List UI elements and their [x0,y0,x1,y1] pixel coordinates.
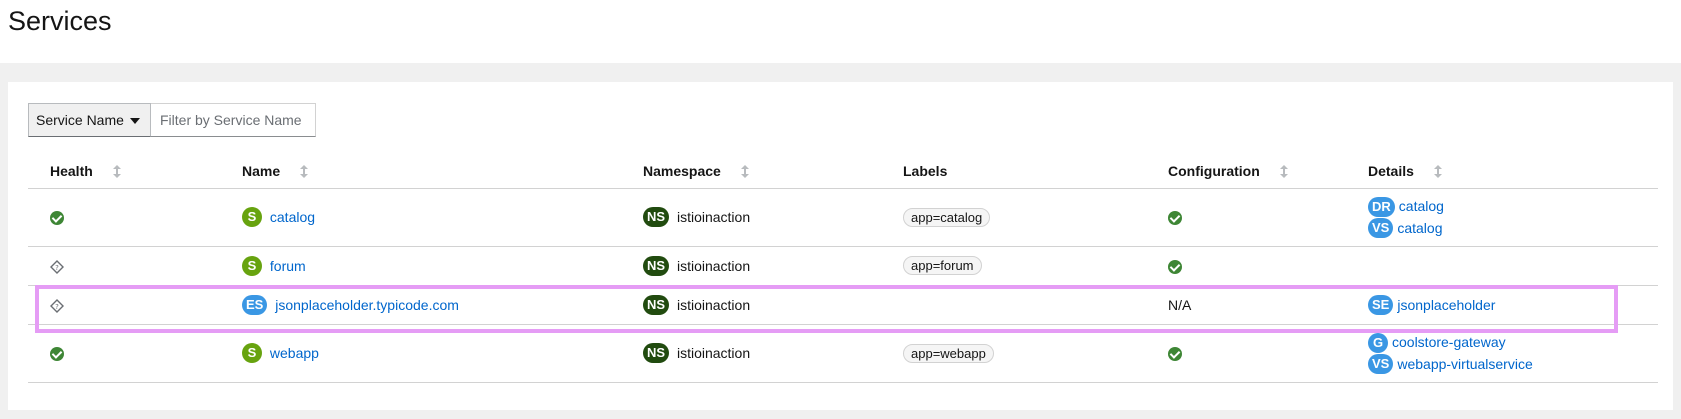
column-header-health[interactable]: Health [28,154,220,189]
namespace-cell: NS istioinaction [621,246,881,286]
service-badge: S [242,207,262,227]
check-circle-icon [1168,211,1182,226]
filter-toolbar: Service Name [28,103,316,137]
service-link-webapp[interactable]: webapp [270,345,319,361]
configuration-cell: N/A [1146,285,1346,325]
configuration-cell [1146,246,1346,286]
namespace-cell: NS istioinaction [621,188,881,247]
namespace-text: istioinaction [676,257,751,274]
name-cell: ES jsonplaceholder.typicode.com [220,285,621,325]
filter-type-dropdown[interactable]: Service Name [28,103,151,137]
name-cell: S catalog [220,188,621,247]
namespace-badge: NS [643,343,670,363]
unknown-health-icon: ? [50,259,64,274]
namespace-badge: NS [643,294,670,315]
details-cell [1346,246,1658,286]
service-badge: S [242,343,262,363]
service-entry-badge: SE [1368,294,1394,315]
service-link-catalog[interactable]: catalog [270,209,315,225]
namespace-badge: NS [643,255,670,276]
labels-cell [881,285,1146,325]
labels-cell: app=catalog [881,188,1146,247]
sort-icon[interactable] [112,164,121,178]
svg-text:?: ? [55,263,59,271]
services-card: Service Name Health Name Namespace Label… [8,82,1673,410]
namespace-cell: NS istioinaction [621,324,881,383]
gateway-badge: G [1368,332,1388,353]
check-circle-icon [1168,259,1182,274]
health-cell [28,324,220,383]
name-cell: S forum [220,246,621,286]
table-row: ? ES jsonplaceholder.typicode.com NS ist… [28,285,1658,325]
virtual-service-badge: VS [1368,354,1394,375]
svg-text:?: ? [55,302,59,310]
namespace-badge: NS [643,207,670,227]
gateway-link[interactable]: coolstore-gateway [1392,334,1506,350]
service-link-forum[interactable]: forum [270,258,306,274]
configuration-cell [1146,324,1346,383]
health-cell: ? [28,285,220,325]
namespace-cell: NS istioinaction [621,285,881,325]
service-link-jsonplaceholder[interactable]: jsonplaceholder.typicode.com [275,297,459,313]
virtual-service-link[interactable]: webapp-virtualservice [1397,356,1532,372]
sort-icon[interactable] [1279,164,1288,178]
table-row: ? S forum NS istioinaction app=forum [28,246,1658,286]
label-chip: app=webapp [903,343,994,363]
column-header-name[interactable]: Name [220,154,621,189]
page-title: Services [8,6,112,36]
table-row: S catalog NS istioinaction app=catalog D… [28,188,1658,247]
details-cell: SE jsonplaceholder [1346,285,1658,325]
filter-input[interactable] [151,103,316,137]
label-chip: app=catalog [903,207,991,227]
service-badge: S [242,255,262,276]
namespace-text: istioinaction [676,345,751,361]
virtual-service-badge: VS [1368,218,1394,239]
filter-type-label: Service Name [36,112,124,128]
external-service-badge: ES [242,294,268,315]
page-header: Services [0,0,1681,63]
unknown-health-icon: ? [50,298,64,313]
check-circle-icon [50,211,64,226]
label-chip: app=forum [903,256,982,275]
name-cell: S webapp [220,324,621,383]
services-table: Health Name Namespace Labels Configurati… [28,154,1658,383]
table-row: S webapp NS istioinaction app=webapp Gco… [28,324,1658,383]
service-entry-link[interactable]: jsonplaceholder [1397,297,1495,313]
namespace-text: istioinaction [676,296,751,313]
check-circle-icon [1168,347,1182,362]
column-header-configuration[interactable]: Configuration [1146,154,1346,189]
sort-icon[interactable] [1433,164,1442,178]
column-header-namespace[interactable]: Namespace [621,154,881,189]
sort-icon[interactable] [300,164,309,178]
labels-cell: app=forum [881,246,1146,286]
health-cell: ? [28,246,220,286]
namespace-text: istioinaction [676,209,751,225]
virtual-service-link[interactable]: catalog [1397,220,1442,236]
destination-rule-link[interactable]: catalog [1399,198,1444,214]
labels-cell: app=webapp [881,324,1146,383]
destination-rule-badge: DR [1368,196,1395,217]
health-cell [28,188,220,247]
caret-down-icon [129,118,140,124]
column-header-details[interactable]: Details [1346,154,1658,189]
table-header-row: Health Name Namespace Labels Configurati… [28,154,1658,189]
column-header-labels: Labels [881,154,1146,189]
details-cell: Gcoolstore-gateway VS webapp-virtualservi… [1346,324,1658,383]
details-cell: DR catalog VS catalog [1346,188,1658,247]
check-circle-icon [50,347,64,362]
configuration-cell [1146,188,1346,247]
sort-icon[interactable] [740,164,749,178]
